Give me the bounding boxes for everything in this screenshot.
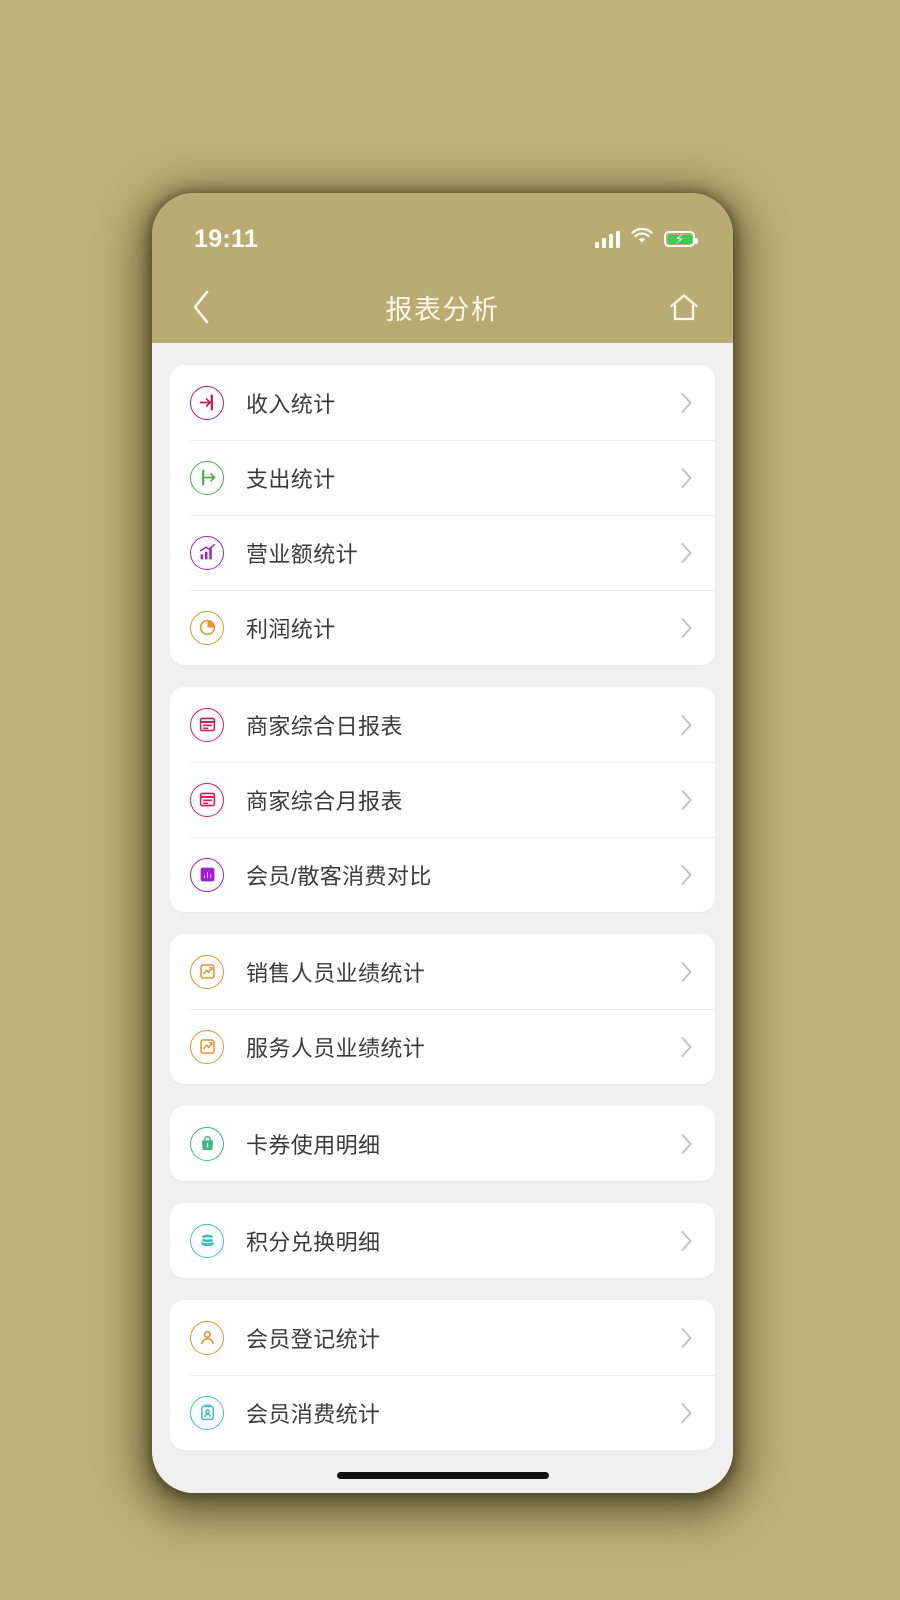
status-bar: 19:11 ⚡: [152, 193, 733, 271]
report-list-item-label: 会员/散客消费对比: [246, 863, 432, 889]
report-window-icon: [190, 782, 224, 817]
report-list-item[interactable]: 销售人员业绩统计: [170, 934, 715, 1009]
home-button[interactable]: [661, 284, 707, 330]
report-list-item[interactable]: 积分兑换明细: [170, 1203, 715, 1278]
report-group: 卡券使用明细: [170, 1106, 715, 1181]
chevron-right-icon: [680, 1327, 693, 1349]
chevron-right-icon: [680, 1230, 693, 1252]
chevron-right-icon: [680, 789, 693, 811]
performance-chart-icon: [190, 954, 224, 989]
report-list-item-label: 支出统计: [246, 466, 336, 492]
chevron-left-icon: [193, 290, 209, 324]
pie-chart-icon: [190, 610, 224, 645]
report-list-item[interactable]: 利润统计: [170, 590, 715, 665]
report-list-item-label: 营业额统计: [246, 541, 359, 567]
chevron-right-icon: [680, 542, 693, 564]
cellular-signal-icon: [595, 230, 620, 248]
arrow-out-of-box-icon: [190, 460, 224, 495]
report-list-item[interactable]: 会员登记统计: [170, 1300, 715, 1375]
performance-chart-icon: [190, 1029, 224, 1064]
status-bar-clock: 19:11: [194, 224, 259, 253]
back-button[interactable]: [178, 284, 224, 330]
chevron-right-icon: [680, 617, 693, 639]
report-list-item-label: 积分兑换明细: [246, 1229, 381, 1255]
report-list-item-label: 收入统计: [246, 391, 336, 417]
user-register-icon: [190, 1320, 224, 1355]
report-list-item[interactable]: 营业额统计: [170, 515, 715, 590]
report-list-item-label: 利润统计: [246, 616, 336, 642]
clipboard-member-icon: [190, 1395, 224, 1430]
report-list-item[interactable]: 卡券使用明细: [170, 1106, 715, 1181]
report-list-item-label: 会员登记统计: [246, 1326, 381, 1352]
report-list-item-label: 销售人员业绩统计: [246, 960, 426, 986]
report-list-item[interactable]: 收入统计: [170, 365, 715, 440]
chevron-right-icon: [680, 1133, 693, 1155]
chevron-right-icon: [680, 1036, 693, 1058]
report-window-icon: [190, 707, 224, 742]
report-list-item[interactable]: 商家综合月报表: [170, 762, 715, 837]
battery-charging-icon: ⚡: [664, 231, 698, 247]
chevron-right-icon: [680, 864, 693, 886]
report-list-item-label: 商家综合日报表: [246, 713, 403, 739]
report-list-item-label: 商家综合月报表: [246, 788, 403, 814]
report-list[interactable]: 收入统计支出统计营业额统计利润统计商家综合日报表 商家综合月报表会员/散客消费对比…: [152, 343, 733, 1493]
report-group: 会员登记统计 会员消费统计: [170, 1300, 715, 1450]
report-list-item-label: 卡券使用明细: [246, 1132, 381, 1158]
report-group: 商家综合日报表 商家综合月报表会员/散客消费对比: [170, 687, 715, 912]
chevron-right-icon: [680, 1402, 693, 1424]
report-list-item[interactable]: 服务人员业绩统计: [170, 1009, 715, 1084]
report-list-item[interactable]: 会员/散客消费对比: [170, 837, 715, 912]
report-group: 收入统计支出统计营业额统计利润统计: [170, 365, 715, 665]
coupon-bag-icon: [190, 1126, 224, 1161]
report-group: 销售人员业绩统计 服务人员业绩统计: [170, 934, 715, 1084]
report-list-item-label: 会员消费统计: [246, 1401, 381, 1427]
status-bar-icons: ⚡: [595, 227, 698, 250]
report-list-item[interactable]: 支出统计: [170, 440, 715, 515]
page-title: 报表分析: [385, 294, 500, 325]
compare-bars-icon: [190, 857, 224, 892]
house-icon: [670, 294, 698, 321]
chevron-right-icon: [680, 714, 693, 736]
chevron-right-icon: [680, 961, 693, 983]
report-list-item-label: 服务人员业绩统计: [246, 1035, 426, 1061]
coins-stack-icon: [190, 1223, 224, 1258]
chevron-right-icon: [680, 392, 693, 414]
report-list-item[interactable]: 会员消费统计: [170, 1375, 715, 1450]
report-group: 积分兑换明细: [170, 1203, 715, 1278]
navigation-bar: 报表分析: [152, 271, 733, 343]
report-list-item[interactable]: 商家综合日报表: [170, 687, 715, 762]
phone-frame: 19:11 ⚡ 报表分析 收入统计 支出统计 营业额统计 利润统计 商家综合日报…: [152, 193, 733, 1493]
wifi-icon: [631, 227, 653, 250]
chevron-right-icon: [680, 467, 693, 489]
arrow-into-box-icon: [190, 385, 224, 420]
home-indicator-bar: [336, 1472, 549, 1479]
bar-chart-up-icon: [190, 535, 224, 570]
